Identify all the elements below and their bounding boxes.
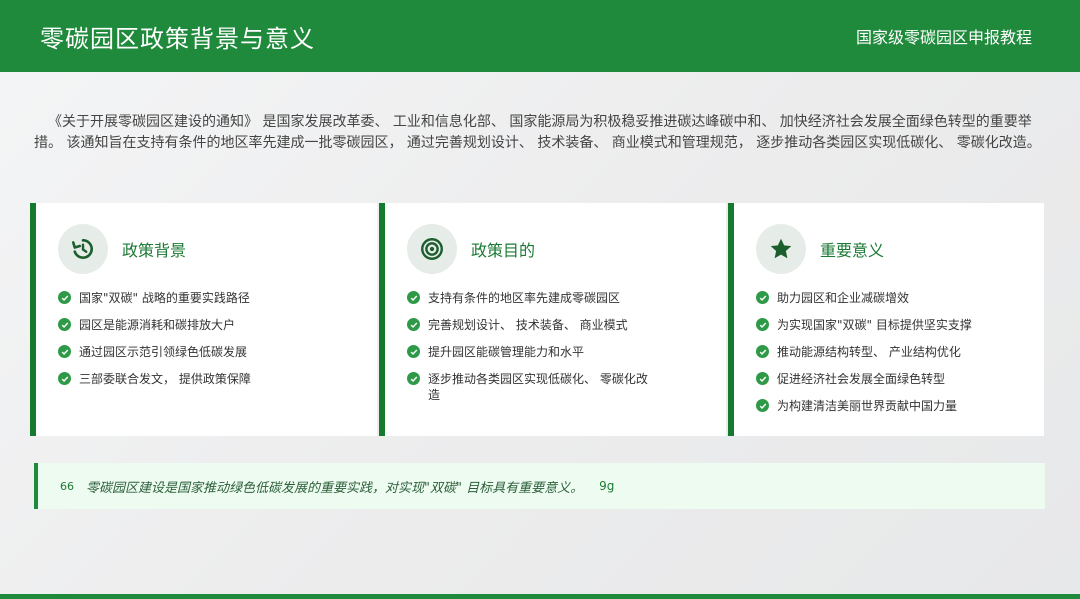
card-list: 助力园区和企业减碳增效 为实现国家"双碳" 目标提供坚实支撑 推动能源结构转型、… [756, 290, 1044, 414]
check-circle-icon [58, 345, 71, 358]
star-icon [756, 224, 806, 274]
list-item: 为构建清洁美丽世界贡献中国力量 [756, 398, 1044, 414]
card-title: 政策目的 [471, 241, 536, 260]
page-title: 零碳园区政策背景与意义 [40, 24, 315, 53]
list-item: 支持有条件的地区率先建成零碳园区 [407, 290, 726, 306]
check-circle-icon [407, 345, 420, 358]
card-list: 支持有条件的地区率先建成零碳园区 完善规划设计、 技术装备、 商业模式 提升园区… [407, 290, 726, 403]
card-header: 重要意义 [756, 223, 1044, 275]
list-item: 提升园区能碳管理能力和水平 [407, 344, 726, 360]
card-header: 政策背景 [58, 223, 377, 275]
header-bar: 零碳园区政策背景与意义 国家级零碳园区申报教程 [0, 0, 1080, 72]
check-circle-icon [58, 318, 71, 331]
card-significance: 重要意义 助力园区和企业减碳增效 为实现国家"双碳" 目标提供坚实支撑 推动能源… [728, 203, 1044, 436]
list-item: 助力园区和企业减碳增效 [756, 290, 1044, 306]
check-circle-icon [58, 291, 71, 304]
card-title: 重要意义 [820, 241, 885, 260]
quote-mark: 66 [60, 479, 74, 493]
check-circle-icon [407, 372, 420, 385]
list-item: 促进经济社会发展全面绿色转型 [756, 371, 1044, 387]
intro-paragraph: 《关于开展零碳园区建设的通知》 是国家发展改革委、 工业和信息化部、 国家能源局… [34, 114, 1041, 151]
card-row: 政策背景 国家"双碳" 战略的重要实践路径 园区是能源消耗和碳排放大户 通过园区… [30, 203, 1046, 436]
card-list: 国家"双碳" 战略的重要实践路径 园区是能源消耗和碳排放大户 通过园区示范引领绿… [58, 290, 377, 387]
check-circle-icon [756, 291, 769, 304]
list-item: 国家"双碳" 战略的重要实践路径 [58, 290, 377, 306]
check-circle-icon [756, 399, 769, 412]
list-item: 完善规划设计、 技术装备、 商业模式 [407, 317, 726, 333]
target-icon [407, 224, 457, 274]
check-circle-icon [407, 291, 420, 304]
check-circle-icon [756, 372, 769, 385]
card-title: 政策背景 [122, 241, 187, 260]
check-circle-icon [756, 345, 769, 358]
list-item: 三部委联合发文， 提供政策保障 [58, 371, 377, 387]
list-item: 逐步推动各类园区实现低碳化、 零碳化改造 [407, 371, 657, 403]
check-circle-icon [58, 372, 71, 385]
check-circle-icon [756, 318, 769, 331]
card-policy-background: 政策背景 国家"双碳" 战略的重要实践路径 园区是能源消耗和碳排放大户 通过园区… [30, 203, 377, 436]
list-item: 园区是能源消耗和碳排放大户 [58, 317, 377, 333]
list-item: 推动能源结构转型、 产业结构优化 [756, 344, 1044, 360]
check-circle-icon [407, 318, 420, 331]
quote-tail: 9g [599, 479, 615, 493]
quote-text: 零碳园区建设是国家推动绿色低碳发展的重要实践，对实现"双碳" 目标具有重要意义。 [86, 480, 584, 496]
list-item: 为实现国家"双碳" 目标提供坚实支撑 [756, 317, 1044, 333]
course-subtitle: 国家级零碳园区申报教程 [855, 28, 1032, 47]
card-header: 政策目的 [407, 223, 726, 275]
list-item: 通过园区示范引领绿色低碳发展 [58, 344, 377, 360]
history-icon [58, 224, 108, 274]
quote-box: 66 零碳园区建设是国家推动绿色低碳发展的重要实践，对实现"双碳" 目标具有重要… [34, 463, 1045, 509]
card-policy-purpose: 政策目的 支持有条件的地区率先建成零碳园区 完善规划设计、 技术装备、 商业模式… [379, 203, 726, 436]
footer-divider [0, 594, 1080, 599]
